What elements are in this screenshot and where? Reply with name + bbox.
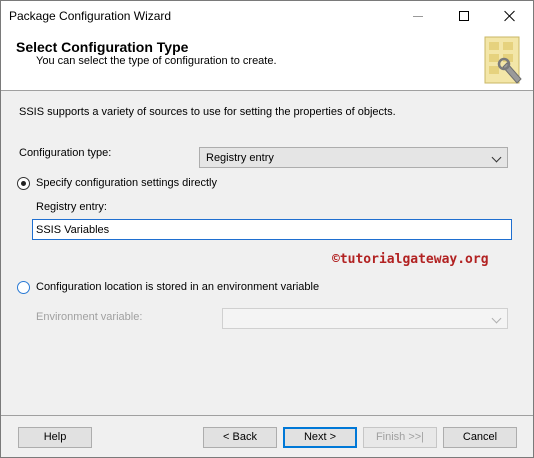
help-button[interactable]: Help (18, 427, 92, 448)
registry-entry-input[interactable]: SSIS Variables (32, 219, 512, 240)
watermark: ©tutorialgateway.org (332, 252, 489, 267)
environment-variable-select (222, 308, 508, 329)
maximize-icon (459, 11, 469, 21)
close-button[interactable] (487, 1, 533, 31)
chevron-down-icon (491, 313, 502, 324)
configuration-type-label: Configuration type: (19, 147, 112, 159)
chevron-down-icon (491, 152, 502, 163)
minimize-icon (413, 15, 423, 17)
registry-entry-label: Registry entry: (36, 201, 107, 213)
next-button[interactable]: Next > (283, 427, 357, 448)
back-button[interactable]: < Back (203, 427, 277, 448)
cancel-button[interactable]: Cancel (443, 427, 517, 448)
minimize-button[interactable] (395, 1, 441, 31)
title-bar: Package Configuration Wizard (1, 1, 533, 31)
direct-settings-label[interactable]: Specify configuration settings directly (36, 177, 217, 189)
maximize-button[interactable] (441, 1, 487, 31)
finish-button: Finish >>| (363, 427, 437, 448)
registry-entry-value: SSIS Variables (36, 224, 110, 236)
configuration-wizard-icon (484, 36, 522, 84)
page-subtitle: You can select the type of configuration… (36, 55, 277, 67)
environment-variable-radio[interactable] (17, 281, 30, 294)
environment-variable-option-label[interactable]: Configuration location is stored in an e… (36, 281, 319, 293)
wizard-window: Package Configuration Wizard Select Conf… (0, 0, 534, 458)
description-text: SSIS supports a variety of sources to us… (19, 106, 396, 118)
close-icon (504, 10, 516, 22)
window-title: Package Configuration Wizard (9, 9, 172, 23)
page-title: Select Configuration Type (16, 39, 189, 55)
configuration-type-value: Registry entry (206, 152, 274, 164)
footer-divider (1, 415, 533, 416)
direct-settings-radio[interactable] (17, 177, 30, 190)
environment-variable-label: Environment variable: (36, 311, 143, 323)
wizard-header: Select Configuration Type You can select… (1, 31, 533, 91)
configuration-type-select[interactable]: Registry entry (199, 147, 508, 168)
